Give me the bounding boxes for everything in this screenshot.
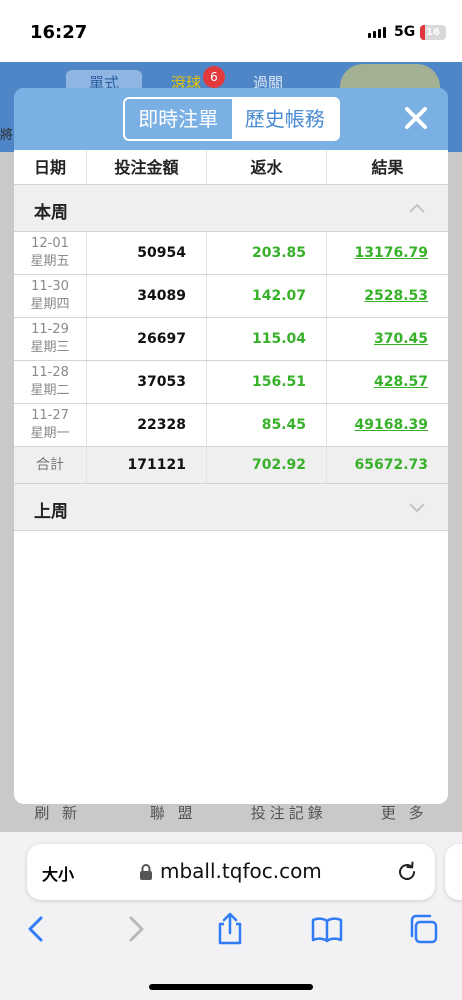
row-rebate: 115.04 [207,318,327,360]
row-stake: 26697 [87,318,207,360]
row-result-link[interactable]: 49168.39 [327,404,448,446]
row-rebate: 85.45 [207,404,327,446]
cellular-signal-icon [368,27,386,38]
tab-switcher: 即時注單 歷史帳務 [123,97,340,141]
table-row: 11-28 星期二 37053 156.51 428.57 [14,361,448,404]
back-icon[interactable] [20,912,54,946]
row-date: 11-29 [31,322,69,337]
date-cell: 11-30 星期四 [14,275,87,317]
row-stake: 34089 [87,275,207,317]
table-row: 11-27 星期一 22328 85.45 49168.39 [14,404,448,447]
network-type: 5G [394,24,416,40]
history-modal: 即時注單 歷史帳務 日期 投注金額 返水 結果 本周 12-01 星期五 509… [14,88,448,804]
status-time: 16:27 [30,22,88,43]
close-button[interactable] [400,102,432,134]
chevron-up-icon [409,203,425,213]
home-indicator [149,984,313,990]
row-result-link[interactable]: 370.45 [327,318,448,360]
total-result: 65672.73 [354,457,428,473]
tab-live-bets[interactable]: 即時注單 [125,99,232,139]
row-stake: 37053 [87,361,207,403]
row-date: 11-28 [31,365,69,380]
bg-nav-bet-records: 投注記錄 [250,804,327,822]
row-weekday: 星期三 [30,340,70,355]
section-this-week-label: 本周 [34,203,68,223]
tab-history[interactable]: 歷史帳務 [231,99,338,139]
modal-header: 即時注單 歷史帳務 [14,88,448,150]
chevron-down-icon [409,503,425,513]
table-row: 12-01 星期五 50954 203.85 13176.79 [14,232,448,275]
text-size-button[interactable]: 大小 [42,861,74,885]
row-weekday: 星期五 [30,254,70,269]
bg-left-text: 將 [0,128,14,143]
row-date: 12-01 [31,236,69,251]
total-label: 合計 [14,447,87,483]
table-header: 日期 投注金額 返水 結果 [14,150,448,185]
forward-icon[interactable] [118,912,152,946]
date-cell: 11-28 星期二 [14,361,87,403]
date-cell: 11-27 星期一 [14,404,87,446]
section-this-week[interactable]: 本周 [14,185,448,232]
col-date: 日期 [14,150,87,184]
total-rebate: 702.92 [207,447,327,483]
col-result: 結果 [371,158,404,177]
row-rebate: 142.07 [207,275,327,317]
row-rebate: 156.51 [207,361,327,403]
section-last-week-label: 上周 [34,502,68,522]
row-stake: 50954 [87,232,207,274]
status-bar: 16:27 5G 16 [0,0,462,62]
row-result-link[interactable]: 428.57 [327,361,448,403]
lock-icon [140,864,152,880]
background-bottom-nav: 刷 新 聯 盟 投注記錄 更 多 [0,802,462,832]
reload-icon[interactable] [395,860,419,884]
row-weekday: 星期一 [30,426,70,441]
col-stake: 投注金額 [87,150,207,184]
row-rebate: 203.85 [207,232,327,274]
row-result-link[interactable]: 13176.79 [327,232,448,274]
row-date: 11-30 [31,279,69,294]
battery-icon: 16 [420,25,446,40]
total-stake: 171121 [87,447,207,483]
bookmarks-icon[interactable] [310,912,344,946]
tabs-icon[interactable] [406,912,440,946]
next-tab-peek[interactable] [445,844,462,900]
browser-toolbar: 大小 mball.tqfoc.com [0,832,462,1000]
bg-nav-more: 更 多 [380,804,428,822]
bg-nav-refresh: 刷 新 [34,804,82,822]
date-cell: 12-01 星期五 [14,232,87,274]
bg-nav-league: 聯 盟 [149,804,197,822]
row-weekday: 星期四 [30,297,70,312]
live-count-badge: 6 [203,66,225,88]
table-row: 11-29 星期三 26697 115.04 370.45 [14,318,448,361]
row-result-link[interactable]: 2528.53 [327,275,448,317]
share-icon[interactable] [213,912,247,946]
url-text[interactable]: mball.tqfoc.com [160,859,322,883]
section-last-week[interactable]: 上周 [14,484,448,531]
battery-level: 16 [426,27,440,38]
table-row: 11-30 星期四 34089 142.07 2528.53 [14,275,448,318]
row-stake: 22328 [87,404,207,446]
col-rebate: 返水 [207,150,327,184]
total-row: 合計 171121 702.92 65672.73 [14,447,448,484]
close-icon [405,107,427,129]
row-weekday: 星期二 [30,383,70,398]
date-cell: 11-29 星期三 [14,318,87,360]
row-date: 11-27 [31,408,69,423]
address-bar[interactable]: 大小 mball.tqfoc.com [27,844,435,900]
